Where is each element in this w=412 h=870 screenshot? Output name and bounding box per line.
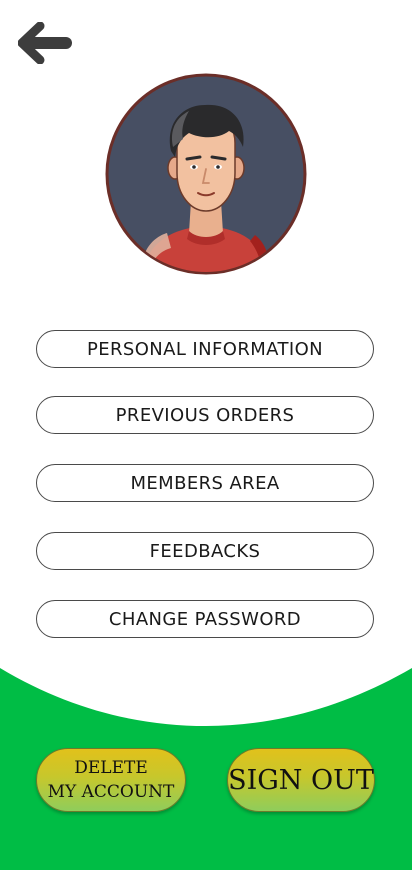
user-avatar-icon <box>105 73 307 275</box>
previous-orders-button[interactable]: PREVIOUS ORDERS <box>36 396 374 434</box>
feedbacks-button[interactable]: FEEDBACKS <box>36 532 374 570</box>
sign-out-button[interactable]: SIGN OUT <box>227 748 375 812</box>
members-area-button[interactable]: MEMBERS AREA <box>36 464 374 502</box>
change-password-button[interactable]: CHANGE PASSWORD <box>36 600 374 638</box>
delete-account-button[interactable]: DELETE MY ACCOUNT <box>36 748 186 812</box>
delete-account-label-line2: MY ACCOUNT <box>47 782 175 802</box>
delete-account-label-line1: DELETE <box>74 758 148 778</box>
arrow-left-icon <box>17 21 72 65</box>
avatar <box>105 73 307 275</box>
personal-information-button[interactable]: PERSONAL INFORMATION <box>36 330 374 368</box>
back-button[interactable] <box>17 21 74 65</box>
sign-out-label: SIGN OUT <box>228 764 374 796</box>
account-screen: PERSONAL INFORMATION PREVIOUS ORDERS MEM… <box>0 0 412 870</box>
